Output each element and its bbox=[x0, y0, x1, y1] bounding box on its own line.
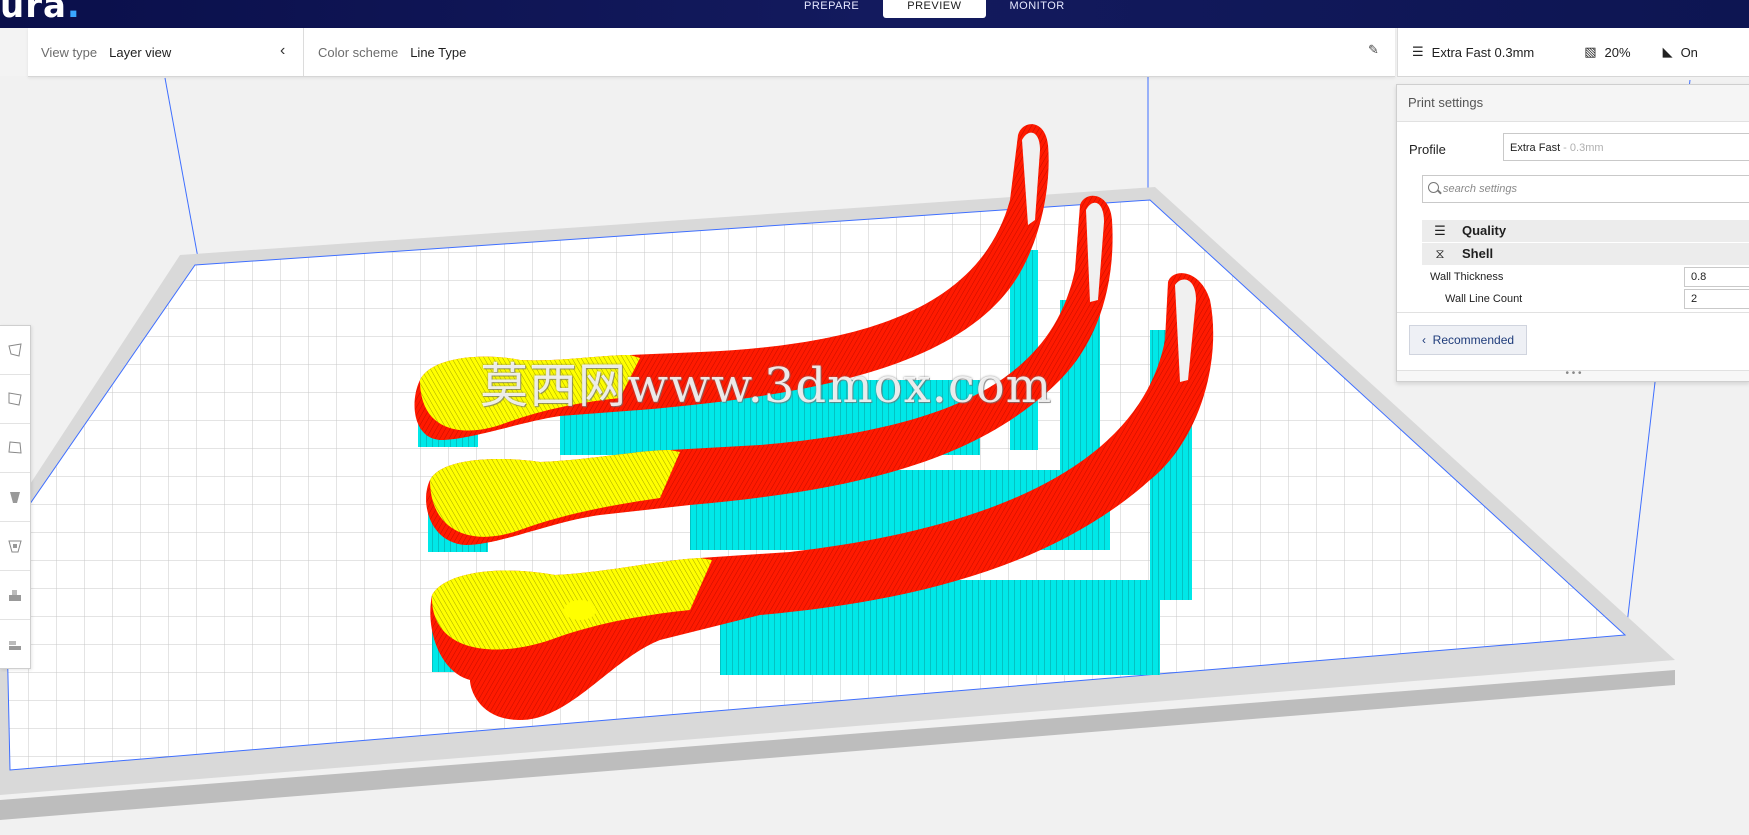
per-model-settings-icon[interactable] bbox=[0, 522, 30, 571]
wall-thickness-input[interactable]: 0.8 bbox=[1684, 267, 1749, 287]
support-icon: ◣ bbox=[1662, 44, 1673, 59]
stage-tabs: PREPARE PREVIEW MONITOR bbox=[780, 0, 1089, 18]
support-summary: ◣ On bbox=[1662, 44, 1698, 60]
pencil-icon[interactable]: ✎ bbox=[1368, 42, 1379, 58]
view-type-selector[interactable]: View type Layer view bbox=[41, 28, 171, 76]
watermark-text: 莫西网www.3dmox.com bbox=[480, 358, 1053, 414]
print-setup-summary[interactable]: ☰ Extra Fast 0.3mm ▧ 20% ◣ On bbox=[1397, 28, 1749, 77]
mirror-tool-icon[interactable] bbox=[0, 473, 30, 522]
recommended-button[interactable]: ‹ Recommended bbox=[1409, 325, 1528, 355]
print-settings-panel: Print settings Profile Extra Fast - 0.3m… bbox=[1396, 84, 1749, 382]
chevron-left-icon[interactable]: ‹ bbox=[280, 42, 285, 60]
search-settings-input[interactable]: search settings bbox=[1422, 175, 1749, 203]
profile-summary: ☰ Extra Fast 0.3mm bbox=[1412, 44, 1535, 60]
infill-icon: ▧ bbox=[1584, 44, 1597, 59]
wall-line-count-input[interactable]: 2 bbox=[1684, 289, 1749, 309]
infill-summary: ▧ 20% bbox=[1584, 44, 1631, 60]
color-scheme-selector[interactable]: Color scheme Line Type bbox=[318, 28, 466, 76]
app-logo: ura. bbox=[0, 0, 81, 26]
color-scheme-value: Line Type bbox=[410, 44, 467, 60]
support-blocker-icon[interactable] bbox=[0, 571, 30, 620]
profile-dropdown[interactable]: Extra Fast - 0.3mm bbox=[1503, 133, 1749, 161]
tool-bar bbox=[0, 325, 31, 669]
print-settings-title: Print settings bbox=[1397, 85, 1749, 122]
quality-icon: ☰ bbox=[1434, 223, 1446, 238]
quality-icon: ☰ bbox=[1412, 44, 1424, 59]
scale-tool-icon[interactable] bbox=[0, 375, 30, 424]
panel-resize-handle[interactable]: • • • bbox=[1397, 369, 1749, 381]
category-quality[interactable]: ☰ Quality bbox=[1422, 220, 1749, 242]
rotate-tool-icon[interactable] bbox=[0, 424, 30, 473]
view-panel: View type Layer view ‹ Color scheme Line… bbox=[28, 28, 1395, 77]
color-scheme-label: Color scheme bbox=[318, 44, 399, 60]
setting-wall-line-count: Wall Line Count 2 bbox=[1397, 288, 1749, 310]
tab-prepare[interactable]: PREPARE bbox=[780, 0, 883, 18]
move-tool-icon[interactable] bbox=[0, 326, 30, 375]
layer-icon[interactable] bbox=[0, 620, 30, 668]
tab-monitor[interactable]: MONITOR bbox=[986, 0, 1089, 18]
profile-row: Profile Extra Fast - 0.3mm bbox=[1397, 133, 1749, 163]
chevron-left-icon: ‹ bbox=[1422, 333, 1426, 347]
view-type-label: View type bbox=[41, 44, 98, 60]
profile-label: Profile bbox=[1409, 142, 1446, 157]
shell-icon: ⧖ bbox=[1435, 246, 1445, 261]
print-settings-footer: ‹ Recommended bbox=[1397, 312, 1749, 373]
tab-preview[interactable]: PREVIEW bbox=[883, 0, 986, 18]
setting-wall-thickness: Wall Thickness 0.8 bbox=[1397, 266, 1749, 288]
view-type-value: Layer view bbox=[109, 44, 172, 60]
top-bar: ura. PREPARE PREVIEW MONITOR bbox=[0, 0, 1749, 28]
search-icon bbox=[1428, 182, 1439, 193]
category-shell[interactable]: ⧖ Shell bbox=[1422, 243, 1749, 265]
